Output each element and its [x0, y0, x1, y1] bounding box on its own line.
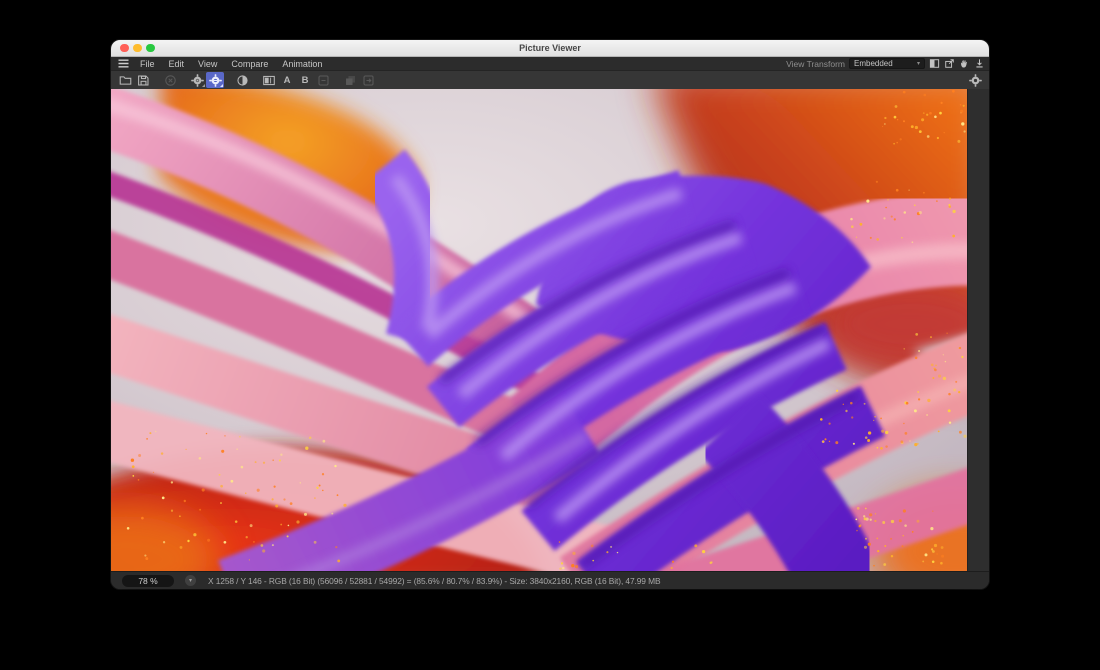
view-transform-value: Embedded	[854, 59, 893, 68]
chevron-down-icon: ▾	[917, 61, 920, 67]
minimize-button[interactable]	[133, 44, 142, 53]
export-icon	[359, 72, 377, 88]
menubar-right-controls: View Transform Embedded ▾	[786, 57, 985, 70]
rendered-image-canvas[interactable]	[111, 89, 967, 571]
hamburger-menu-icon[interactable]	[118, 59, 129, 68]
open-new-window-icon[interactable]	[944, 58, 955, 69]
menu-view[interactable]: View	[191, 59, 224, 69]
zoom-dropdown-button[interactable]: ▾	[185, 575, 196, 586]
maximize-button[interactable]	[146, 44, 155, 53]
menu-file[interactable]: File	[133, 59, 162, 69]
menubar: File Edit View Compare Animation View Tr…	[111, 57, 989, 70]
stop-render-icon	[161, 72, 179, 88]
compare-ab-icon[interactable]	[260, 72, 278, 88]
filter-settings-gear-icon[interactable]	[206, 72, 224, 88]
contrast-icon[interactable]	[233, 72, 251, 88]
close-button[interactable]	[120, 44, 129, 53]
save-icon[interactable]	[134, 72, 152, 88]
ram-settings-gear-icon[interactable]	[188, 72, 206, 88]
statusbar: 78 % ▾ X 1258 / Y 146 - RGB (16 Bit) (56…	[111, 571, 989, 589]
picture-viewer-window: Picture Viewer File Edit View Compare An…	[111, 40, 989, 589]
menu-compare[interactable]: Compare	[224, 59, 275, 69]
render-settings-icon[interactable]	[966, 72, 984, 88]
traffic-lights	[120, 40, 155, 56]
toolbar: A B	[111, 70, 989, 89]
menu-edit[interactable]: Edit	[162, 59, 192, 69]
dock-down-icon[interactable]	[974, 58, 985, 69]
titlebar[interactable]: Picture Viewer	[111, 40, 989, 57]
view-transform-select[interactable]: Embedded ▾	[849, 58, 925, 69]
pan-hand-icon[interactable]	[959, 58, 970, 69]
version-b-button[interactable]: B	[296, 72, 314, 88]
abstract-3d-render	[111, 89, 967, 571]
viewer-right-gutter	[967, 89, 989, 571]
copy-icon	[341, 72, 359, 88]
version-a-button[interactable]: A	[278, 72, 296, 88]
swap-ab-icon	[314, 72, 332, 88]
window-title: Picture Viewer	[111, 43, 989, 53]
zoom-level-field[interactable]: 78 %	[122, 575, 174, 587]
view-transform-label: View Transform	[786, 59, 845, 69]
split-view-icon[interactable]	[929, 58, 940, 69]
open-folder-icon[interactable]	[116, 72, 134, 88]
menu-animation[interactable]: Animation	[275, 59, 329, 69]
pixel-info-status: X 1258 / Y 146 - RGB (16 Bit) (56096 / 5…	[208, 576, 660, 586]
desktop-background: Picture Viewer File Edit View Compare An…	[0, 0, 1100, 670]
viewer-content	[111, 89, 989, 571]
